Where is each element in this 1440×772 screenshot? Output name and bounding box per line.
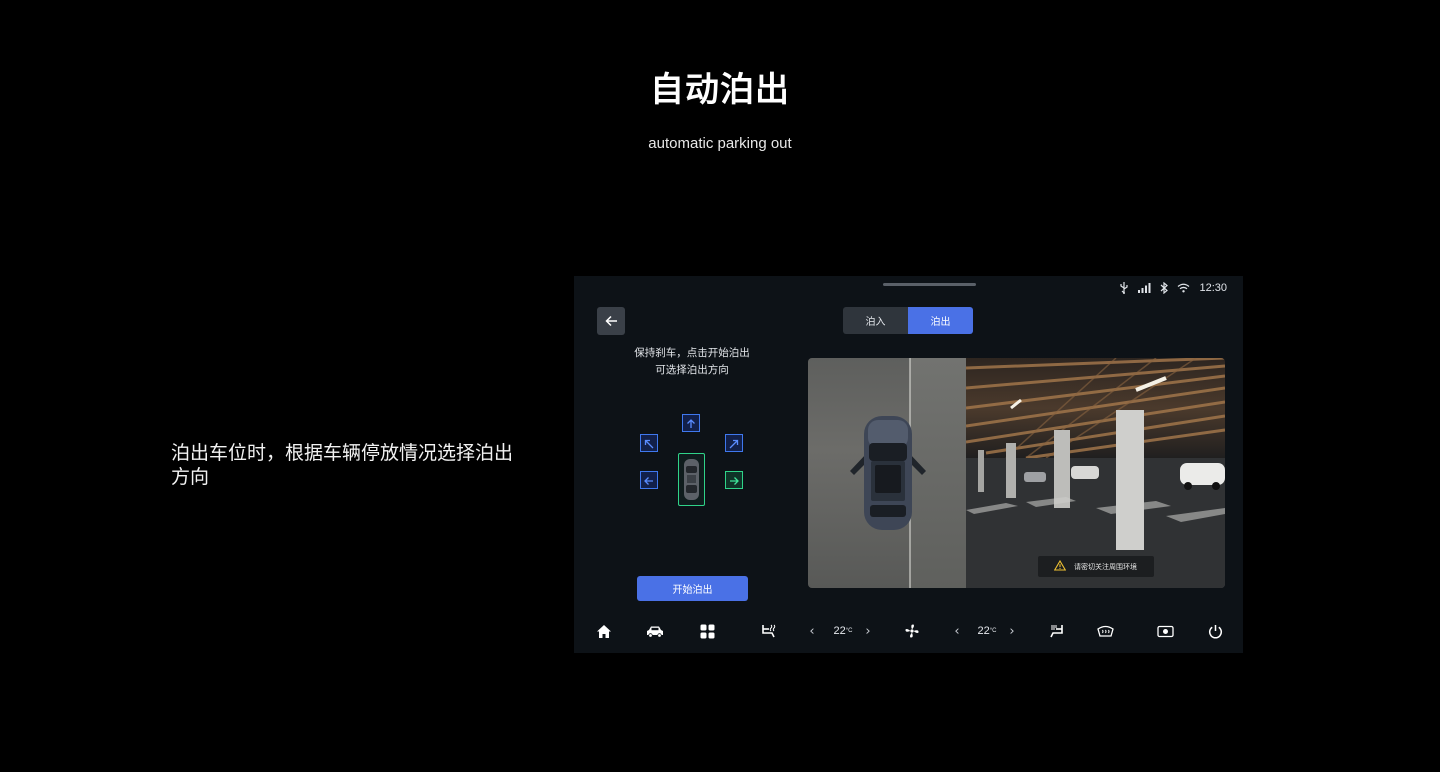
home-icon[interactable]: [595, 622, 613, 640]
signal-icon: [1138, 283, 1151, 293]
wifi-icon: [1177, 283, 1190, 293]
instruction-line-1: 保持刹车，点击开始泊出: [634, 347, 750, 359]
chevron-left-icon: ‹: [954, 623, 960, 639]
left-temp-unit: °C: [845, 628, 853, 634]
instruction-line-2: 可选择泊出方向: [655, 364, 729, 376]
direction-up-right-button[interactable]: [725, 434, 743, 452]
camera-display-icon[interactable]: [1156, 622, 1174, 640]
left-temperature: 22 °C: [828, 622, 858, 640]
tab-park-out[interactable]: 泊出: [908, 307, 973, 334]
bottom-dock: ‹ 22 °C › ‹ 22 °C ›: [574, 616, 1243, 646]
start-park-out-button[interactable]: 开始泊出: [637, 576, 748, 601]
status-bar: 12:30: [1119, 282, 1227, 294]
right-temperature: 22 °C: [972, 622, 1002, 640]
direction-up-left-button[interactable]: [640, 434, 658, 452]
chevron-left-icon: ‹: [809, 623, 815, 639]
feature-description: 泊出车位时，根据车辆停放情况选择泊出方向: [171, 442, 514, 488]
garage-scene-illustration: [966, 358, 1225, 588]
windshield-defrost-icon[interactable]: [1096, 622, 1114, 640]
park-mode-tabs: 泊入 泊出: [843, 307, 973, 334]
power-icon[interactable]: [1206, 622, 1224, 640]
temp-right-increase-button[interactable]: ›: [1005, 622, 1019, 640]
seat-heat-icon[interactable]: [759, 622, 777, 640]
car-infotainment-screen: 12:30 泊入 泊出 保持刹车，点击开始泊出 可选择泊出方向 开始泊出 请密切…: [574, 276, 1243, 653]
arrow-right-icon: [729, 471, 739, 490]
left-temp-value: 22: [833, 625, 846, 637]
rear-camera-feed: [966, 358, 1225, 588]
direction-right-button[interactable]: [725, 471, 743, 489]
clock-time: 12:30: [1199, 282, 1227, 294]
chevron-right-icon: ›: [865, 623, 871, 639]
safety-warning-toast: 请密切关注周围环境: [1038, 556, 1154, 577]
usb-icon: [1119, 282, 1129, 294]
parking-slot-indicator: [678, 453, 705, 506]
chevron-right-icon: ›: [1009, 623, 1015, 639]
arrow-up-right-icon: [729, 434, 739, 453]
direction-up-button[interactable]: [682, 414, 700, 432]
arrow-up-left-icon: [644, 434, 654, 453]
temp-left-decrease-button[interactable]: ‹: [805, 622, 819, 640]
page-subtitle: automatic parking out: [648, 135, 792, 152]
bluetooth-icon: [1160, 282, 1169, 294]
arrow-left-icon: [644, 471, 654, 490]
apps-grid-icon[interactable]: [698, 622, 716, 640]
back-button[interactable]: [597, 307, 625, 335]
right-temp-value: 22: [977, 625, 990, 637]
tab-park-in[interactable]: 泊入: [843, 307, 908, 334]
direction-left-button[interactable]: [640, 471, 658, 489]
temp-left-increase-button[interactable]: ›: [861, 622, 875, 640]
vehicle-icon[interactable]: [646, 622, 664, 640]
warning-triangle-icon: [1053, 559, 1067, 573]
fan-icon[interactable]: [903, 622, 921, 640]
seat-ventilation-icon[interactable]: [1048, 622, 1066, 640]
arrow-left-icon: [604, 312, 618, 331]
page-title: 自动泊出: [650, 70, 790, 110]
warning-text: 请密切关注周围环境: [1074, 562, 1137, 571]
top-down-view: [808, 358, 966, 588]
camera-view: 请密切关注周围环境: [808, 358, 1225, 588]
arrow-up-icon: [686, 414, 696, 433]
drag-handle[interactable]: [883, 283, 976, 286]
car-topview-icon: [683, 458, 700, 505]
temp-right-decrease-button[interactable]: ‹: [950, 622, 964, 640]
car-topview-image: [848, 413, 928, 537]
instruction-text: 保持刹车，点击开始泊出 可选择泊出方向: [610, 345, 774, 379]
right-temp-unit: °C: [989, 628, 997, 634]
